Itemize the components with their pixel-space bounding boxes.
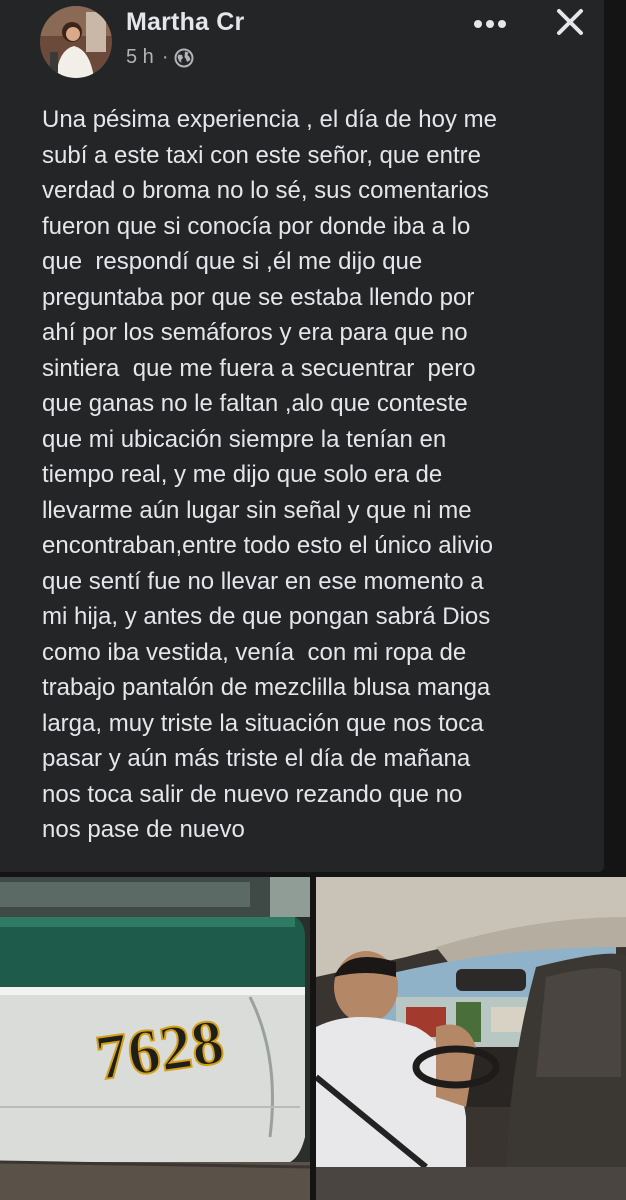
author-avatar[interactable] [40, 6, 112, 78]
close-icon [557, 9, 583, 35]
meta-separator: · [161, 46, 169, 68]
avatar-image [40, 6, 112, 78]
close-button[interactable] [550, 2, 590, 42]
post-photo-taxi-exterior[interactable]: 7628 [0, 877, 310, 1200]
post-meta: 5 h · [126, 46, 194, 69]
post-photo-taxi-driver[interactable] [316, 877, 626, 1200]
more-options-icon [474, 20, 506, 28]
post-card: Martha Cr 5 h · Una pésima experiencia ,… [0, 0, 604, 872]
post-time[interactable]: 5 h [126, 46, 154, 69]
globe-icon[interactable] [174, 48, 194, 68]
author-name[interactable]: Martha Cr [126, 8, 245, 37]
more-options-button[interactable] [470, 6, 510, 42]
post-text: Una pésima experiencia , el día de hoy m… [42, 106, 497, 843]
